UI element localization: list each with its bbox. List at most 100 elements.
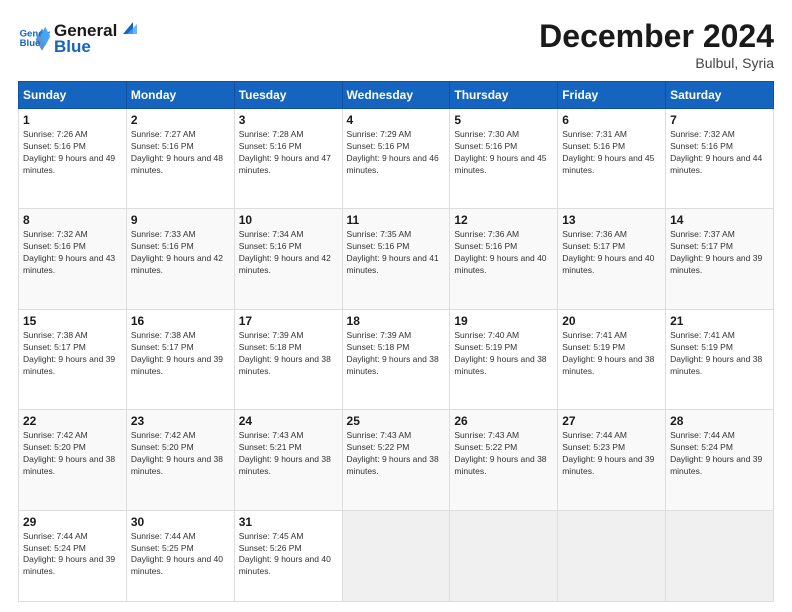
day-info: Sunrise: 7:36 AM Sunset: 5:17 PM Dayligh… [562, 229, 661, 277]
day-info: Sunrise: 7:28 AM Sunset: 5:16 PM Dayligh… [239, 129, 338, 177]
day-number: 25 [347, 414, 446, 428]
day-number: 22 [23, 414, 122, 428]
calendar-cell: 29 Sunrise: 7:44 AM Sunset: 5:24 PM Dayl… [19, 510, 127, 601]
day-number: 14 [670, 213, 769, 227]
day-info: Sunrise: 7:44 AM Sunset: 5:24 PM Dayligh… [670, 430, 769, 478]
day-info: Sunrise: 7:40 AM Sunset: 5:19 PM Dayligh… [454, 330, 553, 378]
calendar-cell: 4 Sunrise: 7:29 AM Sunset: 5:16 PM Dayli… [342, 109, 450, 209]
day-info: Sunrise: 7:42 AM Sunset: 5:20 PM Dayligh… [23, 430, 122, 478]
calendar-cell: 23 Sunrise: 7:42 AM Sunset: 5:20 PM Dayl… [126, 410, 234, 510]
day-number: 1 [23, 113, 122, 127]
calendar-cell: 10 Sunrise: 7:34 AM Sunset: 5:16 PM Dayl… [234, 209, 342, 309]
day-number: 28 [670, 414, 769, 428]
day-info: Sunrise: 7:26 AM Sunset: 5:16 PM Dayligh… [23, 129, 122, 177]
day-number: 13 [562, 213, 661, 227]
day-info: Sunrise: 7:35 AM Sunset: 5:16 PM Dayligh… [347, 229, 446, 277]
day-number: 23 [131, 414, 230, 428]
day-number: 21 [670, 314, 769, 328]
calendar-cell [450, 510, 558, 601]
header-monday: Monday [126, 82, 234, 109]
calendar-cell [558, 510, 666, 601]
day-number: 9 [131, 213, 230, 227]
calendar-cell: 15 Sunrise: 7:38 AM Sunset: 5:17 PM Dayl… [19, 309, 127, 409]
day-number: 16 [131, 314, 230, 328]
calendar-cell: 20 Sunrise: 7:41 AM Sunset: 5:19 PM Dayl… [558, 309, 666, 409]
calendar-cell: 11 Sunrise: 7:35 AM Sunset: 5:16 PM Dayl… [342, 209, 450, 309]
calendar-table: Sunday Monday Tuesday Wednesday Thursday… [18, 81, 774, 602]
calendar-cell: 19 Sunrise: 7:40 AM Sunset: 5:19 PM Dayl… [450, 309, 558, 409]
day-info: Sunrise: 7:41 AM Sunset: 5:19 PM Dayligh… [562, 330, 661, 378]
day-info: Sunrise: 7:34 AM Sunset: 5:16 PM Dayligh… [239, 229, 338, 277]
day-number: 12 [454, 213, 553, 227]
day-info: Sunrise: 7:43 AM Sunset: 5:21 PM Dayligh… [239, 430, 338, 478]
day-info: Sunrise: 7:39 AM Sunset: 5:18 PM Dayligh… [239, 330, 338, 378]
logo-blue: Blue [54, 37, 137, 57]
day-number: 20 [562, 314, 661, 328]
day-info: Sunrise: 7:30 AM Sunset: 5:16 PM Dayligh… [454, 129, 553, 177]
day-number: 30 [131, 515, 230, 529]
day-number: 17 [239, 314, 338, 328]
day-number: 11 [347, 213, 446, 227]
calendar-cell: 6 Sunrise: 7:31 AM Sunset: 5:16 PM Dayli… [558, 109, 666, 209]
day-info: Sunrise: 7:33 AM Sunset: 5:16 PM Dayligh… [131, 229, 230, 277]
calendar-cell: 26 Sunrise: 7:43 AM Sunset: 5:22 PM Dayl… [450, 410, 558, 510]
day-info: Sunrise: 7:29 AM Sunset: 5:16 PM Dayligh… [347, 129, 446, 177]
day-number: 24 [239, 414, 338, 428]
day-number: 4 [347, 113, 446, 127]
day-number: 5 [454, 113, 553, 127]
calendar-cell: 14 Sunrise: 7:37 AM Sunset: 5:17 PM Dayl… [666, 209, 774, 309]
day-info: Sunrise: 7:31 AM Sunset: 5:16 PM Dayligh… [562, 129, 661, 177]
day-number: 27 [562, 414, 661, 428]
day-info: Sunrise: 7:45 AM Sunset: 5:26 PM Dayligh… [239, 531, 338, 579]
header: General Blue General Blue December 2024 … [18, 18, 774, 71]
day-info: Sunrise: 7:38 AM Sunset: 5:17 PM Dayligh… [131, 330, 230, 378]
header-sunday: Sunday [19, 82, 127, 109]
calendar-cell: 5 Sunrise: 7:30 AM Sunset: 5:16 PM Dayli… [450, 109, 558, 209]
day-number: 29 [23, 515, 122, 529]
day-number: 26 [454, 414, 553, 428]
calendar-cell: 12 Sunrise: 7:36 AM Sunset: 5:16 PM Dayl… [450, 209, 558, 309]
day-number: 10 [239, 213, 338, 227]
calendar-cell: 21 Sunrise: 7:41 AM Sunset: 5:19 PM Dayl… [666, 309, 774, 409]
day-number: 19 [454, 314, 553, 328]
calendar-cell: 7 Sunrise: 7:32 AM Sunset: 5:16 PM Dayli… [666, 109, 774, 209]
header-friday: Friday [558, 82, 666, 109]
calendar-cell: 22 Sunrise: 7:42 AM Sunset: 5:20 PM Dayl… [19, 410, 127, 510]
day-info: Sunrise: 7:38 AM Sunset: 5:17 PM Dayligh… [23, 330, 122, 378]
calendar-cell: 9 Sunrise: 7:33 AM Sunset: 5:16 PM Dayli… [126, 209, 234, 309]
logo-triangle [119, 18, 137, 36]
day-info: Sunrise: 7:44 AM Sunset: 5:24 PM Dayligh… [23, 531, 122, 579]
day-info: Sunrise: 7:42 AM Sunset: 5:20 PM Dayligh… [131, 430, 230, 478]
calendar-cell: 18 Sunrise: 7:39 AM Sunset: 5:18 PM Dayl… [342, 309, 450, 409]
month-year: December 2024 [539, 18, 774, 55]
calendar-cell: 2 Sunrise: 7:27 AM Sunset: 5:16 PM Dayli… [126, 109, 234, 209]
calendar-cell: 30 Sunrise: 7:44 AM Sunset: 5:25 PM Dayl… [126, 510, 234, 601]
day-info: Sunrise: 7:44 AM Sunset: 5:25 PM Dayligh… [131, 531, 230, 579]
day-info: Sunrise: 7:32 AM Sunset: 5:16 PM Dayligh… [670, 129, 769, 177]
day-info: Sunrise: 7:27 AM Sunset: 5:16 PM Dayligh… [131, 129, 230, 177]
calendar-cell: 1 Sunrise: 7:26 AM Sunset: 5:16 PM Dayli… [19, 109, 127, 209]
day-info: Sunrise: 7:43 AM Sunset: 5:22 PM Dayligh… [454, 430, 553, 478]
day-number: 3 [239, 113, 338, 127]
day-info: Sunrise: 7:41 AM Sunset: 5:19 PM Dayligh… [670, 330, 769, 378]
calendar-cell: 17 Sunrise: 7:39 AM Sunset: 5:18 PM Dayl… [234, 309, 342, 409]
day-info: Sunrise: 7:36 AM Sunset: 5:16 PM Dayligh… [454, 229, 553, 277]
day-number: 2 [131, 113, 230, 127]
calendar-cell: 3 Sunrise: 7:28 AM Sunset: 5:16 PM Dayli… [234, 109, 342, 209]
day-info: Sunrise: 7:44 AM Sunset: 5:23 PM Dayligh… [562, 430, 661, 478]
calendar-header-row: Sunday Monday Tuesday Wednesday Thursday… [19, 82, 774, 109]
day-number: 15 [23, 314, 122, 328]
logo-icon: General Blue [18, 22, 50, 54]
calendar-cell [666, 510, 774, 601]
day-info: Sunrise: 7:39 AM Sunset: 5:18 PM Dayligh… [347, 330, 446, 378]
header-tuesday: Tuesday [234, 82, 342, 109]
calendar-cell: 25 Sunrise: 7:43 AM Sunset: 5:22 PM Dayl… [342, 410, 450, 510]
header-wednesday: Wednesday [342, 82, 450, 109]
calendar-cell: 8 Sunrise: 7:32 AM Sunset: 5:16 PM Dayli… [19, 209, 127, 309]
calendar-cell [342, 510, 450, 601]
day-info: Sunrise: 7:32 AM Sunset: 5:16 PM Dayligh… [23, 229, 122, 277]
calendar-cell: 13 Sunrise: 7:36 AM Sunset: 5:17 PM Dayl… [558, 209, 666, 309]
header-thursday: Thursday [450, 82, 558, 109]
calendar-cell: 28 Sunrise: 7:44 AM Sunset: 5:24 PM Dayl… [666, 410, 774, 510]
day-info: Sunrise: 7:43 AM Sunset: 5:22 PM Dayligh… [347, 430, 446, 478]
